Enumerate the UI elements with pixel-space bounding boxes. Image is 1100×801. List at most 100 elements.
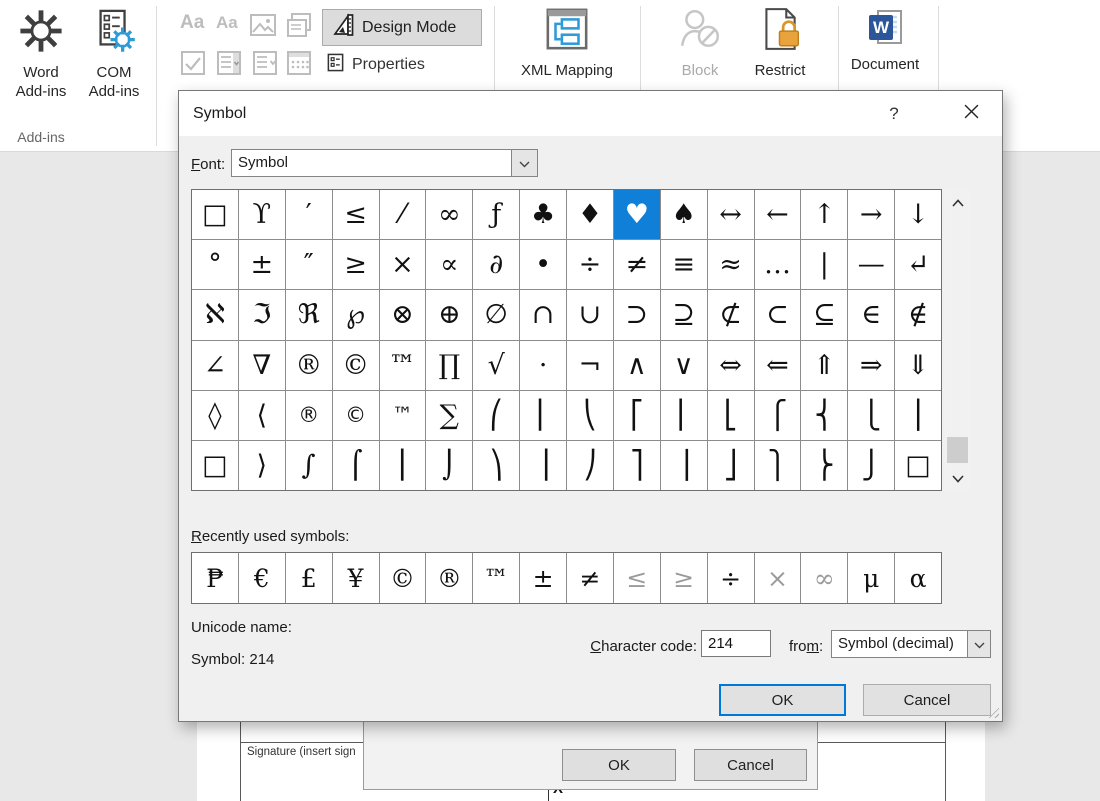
- font-dropdown-button[interactable]: [511, 150, 537, 176]
- scroll-up-button[interactable]: [945, 191, 970, 213]
- symbol-cell[interactable]: ←: [755, 190, 801, 239]
- symbol-cell[interactable]: ⎠: [567, 441, 613, 490]
- symbol-cell[interactable]: ⎥: [661, 441, 707, 490]
- symbol-cell[interactable]: ♠: [661, 190, 707, 239]
- symbol-cell[interactable]: ∑: [426, 391, 472, 440]
- symbol-cell[interactable]: ∇: [239, 341, 285, 390]
- symbol-cell[interactable]: ⎟: [520, 441, 566, 490]
- properties-button[interactable]: Properties: [326, 52, 425, 78]
- symbol-cell[interactable]: ⊂: [755, 290, 801, 339]
- from-combobox[interactable]: Symbol (decimal): [831, 630, 991, 658]
- symbol-cell[interactable]: ⊃: [614, 290, 660, 339]
- design-mode-button[interactable]: Design Mode: [322, 9, 482, 46]
- symbol-cell[interactable]: ⎪: [895, 391, 941, 440]
- block-authors-button[interactable]: Block: [662, 6, 738, 81]
- close-button[interactable]: [945, 91, 997, 136]
- recent-symbol-cell[interactable]: ×: [755, 553, 801, 603]
- symbol-cell[interactable]: ⎢: [661, 391, 707, 440]
- symbol-cell[interactable]: ¬: [567, 341, 613, 390]
- symbol-cell[interactable]: ∈: [848, 290, 894, 339]
- background-cancel-button[interactable]: Cancel: [694, 749, 807, 781]
- symbol-cell[interactable]: ⎤: [614, 441, 660, 490]
- symbol-cell[interactable]: ⎛: [473, 391, 519, 440]
- symbol-cell[interactable]: ⇔: [708, 341, 754, 390]
- symbol-cell[interactable]: ƒ: [473, 190, 519, 239]
- symbol-cell[interactable]: ⌠: [333, 441, 379, 490]
- building-block-gallery-button[interactable]: [286, 12, 312, 43]
- xml-mapping-button[interactable]: XML Mapping: [518, 6, 616, 81]
- symbol-cell[interactable]: |: [801, 240, 847, 289]
- symbol-cell[interactable]: ∏: [426, 341, 472, 390]
- symbol-cell[interactable]: →: [848, 190, 894, 239]
- symbol-cell[interactable]: —: [848, 240, 894, 289]
- symbol-cell[interactable]: ≥: [333, 240, 379, 289]
- symbol-cell[interactable]: ⊇: [661, 290, 707, 339]
- symbol-cell[interactable]: ⎦: [708, 441, 754, 490]
- symbol-cell[interactable]: ×: [380, 240, 426, 289]
- symbol-cell[interactable]: ↓: [895, 190, 941, 239]
- symbol-cell[interactable]: ♥: [614, 190, 660, 239]
- symbol-cell[interactable]: ℘: [333, 290, 379, 339]
- symbol-cell[interactable]: ♦: [567, 190, 613, 239]
- symbol-cell[interactable]: ®: [286, 341, 332, 390]
- recent-symbol-cell[interactable]: ©: [380, 553, 426, 603]
- background-ok-button[interactable]: OK: [562, 749, 676, 781]
- symbol-cell[interactable]: ∨: [661, 341, 707, 390]
- combobox-control-button[interactable]: [216, 50, 242, 81]
- picture-control-button[interactable]: [250, 13, 276, 42]
- symbol-cell[interactable]: ∂: [473, 240, 519, 289]
- symbol-cell[interactable]: ⎣: [708, 391, 754, 440]
- symbol-cell[interactable]: ≡: [661, 240, 707, 289]
- document-template-button[interactable]: W Document: [845, 6, 925, 75]
- symbol-cell[interactable]: ∫: [286, 441, 332, 490]
- scroll-down-button[interactable]: [945, 467, 970, 489]
- com-addins-button[interactable]: COM Add-ins: [78, 8, 150, 102]
- recent-symbol-cell[interactable]: α: [895, 553, 941, 603]
- symbol-cell[interactable]: ′: [286, 190, 332, 239]
- word-addins-button[interactable]: Word Add-ins: [8, 8, 74, 102]
- grid-scrollbar[interactable]: [945, 189, 970, 491]
- symbol-cell[interactable]: ℑ: [239, 290, 285, 339]
- symbol-cell[interactable]: ⎧: [755, 391, 801, 440]
- symbol-cell[interactable]: ⇒: [848, 341, 894, 390]
- rich-text-control-button[interactable]: Aa: [180, 12, 204, 34]
- symbol-cell[interactable]: ±: [239, 240, 285, 289]
- recent-symbol-cell[interactable]: €: [239, 553, 285, 603]
- symbol-cell[interactable]: ⌡: [426, 441, 472, 490]
- symbol-cell[interactable]: ⊕: [426, 290, 472, 339]
- from-dropdown-button[interactable]: [967, 631, 990, 657]
- symbol-cell[interactable]: √: [473, 341, 519, 390]
- recent-symbol-cell[interactable]: ₱: [192, 553, 238, 603]
- symbol-cell[interactable]: ©: [333, 391, 379, 440]
- symbol-cell[interactable]: □: [192, 441, 238, 490]
- symbol-cell[interactable]: ®: [286, 391, 332, 440]
- restrict-editing-button[interactable]: Restrict: [742, 6, 818, 81]
- datepicker-control-button[interactable]: [286, 50, 312, 81]
- symbol-cell[interactable]: ∝: [426, 240, 472, 289]
- recent-symbol-cell[interactable]: μ: [848, 553, 894, 603]
- recent-symbol-cell[interactable]: ≤: [614, 553, 660, 603]
- symbol-cell[interactable]: ⇑: [801, 341, 847, 390]
- symbol-cell[interactable]: ∧: [614, 341, 660, 390]
- help-button[interactable]: ?: [877, 91, 911, 136]
- symbol-cell[interactable]: ≠: [614, 240, 660, 289]
- symbol-cell[interactable]: •: [520, 240, 566, 289]
- symbol-cell[interactable]: ⎡: [614, 391, 660, 440]
- symbol-cell[interactable]: ∉: [895, 290, 941, 339]
- recent-symbol-cell[interactable]: ±: [520, 553, 566, 603]
- symbol-cell[interactable]: ⎫: [755, 441, 801, 490]
- symbol-cell[interactable]: ⊄: [708, 290, 754, 339]
- symbol-cell[interactable]: ⎮: [380, 441, 426, 490]
- symbol-cell[interactable]: ™: [380, 341, 426, 390]
- symbol-cell[interactable]: ÷: [567, 240, 613, 289]
- symbol-cell[interactable]: ⇐: [755, 341, 801, 390]
- symbol-cell[interactable]: ≈: [708, 240, 754, 289]
- symbol-cell[interactable]: ℜ: [286, 290, 332, 339]
- symbol-cell[interactable]: ⇓: [895, 341, 941, 390]
- ok-button[interactable]: OK: [719, 684, 846, 716]
- symbol-cell[interactable]: ∠: [192, 341, 238, 390]
- symbol-cell[interactable]: ∅: [473, 290, 519, 339]
- symbol-cell[interactable]: ∩: [520, 290, 566, 339]
- recent-symbol-cell[interactable]: ≥: [661, 553, 707, 603]
- symbol-cell[interactable]: ⟩: [239, 441, 285, 490]
